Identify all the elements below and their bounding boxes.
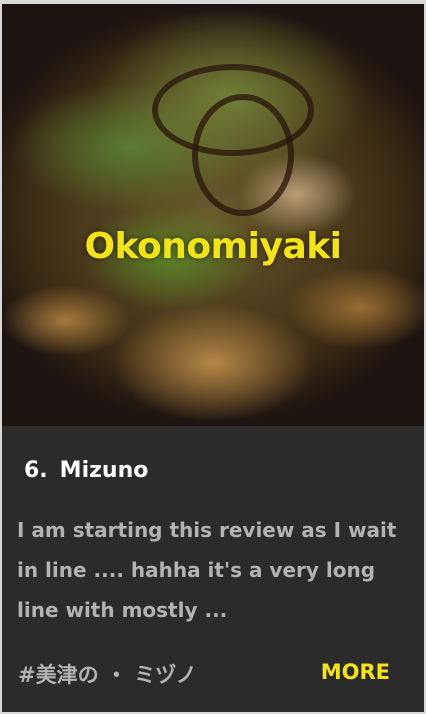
- dish-title: Okonomiyaki: [84, 226, 342, 267]
- review-excerpt: I am starting this review as I wait in l…: [17, 518, 397, 622]
- more-button[interactable]: MORE: [321, 660, 390, 684]
- restaurant-card[interactable]: Okonomiyaki 6. Mizuno I am starting this …: [2, 4, 424, 712]
- restaurant-name: Mizuno: [59, 458, 149, 483]
- sauce-drizzle: [192, 94, 294, 216]
- rank-number: 6.: [24, 458, 48, 483]
- okonomiyaki-photo: Okonomiyaki: [2, 4, 424, 426]
- restaurant-title[interactable]: 6. Mizuno: [24, 458, 148, 483]
- restaurant-tag[interactable]: #美津の ・ ミヅノ: [18, 659, 197, 689]
